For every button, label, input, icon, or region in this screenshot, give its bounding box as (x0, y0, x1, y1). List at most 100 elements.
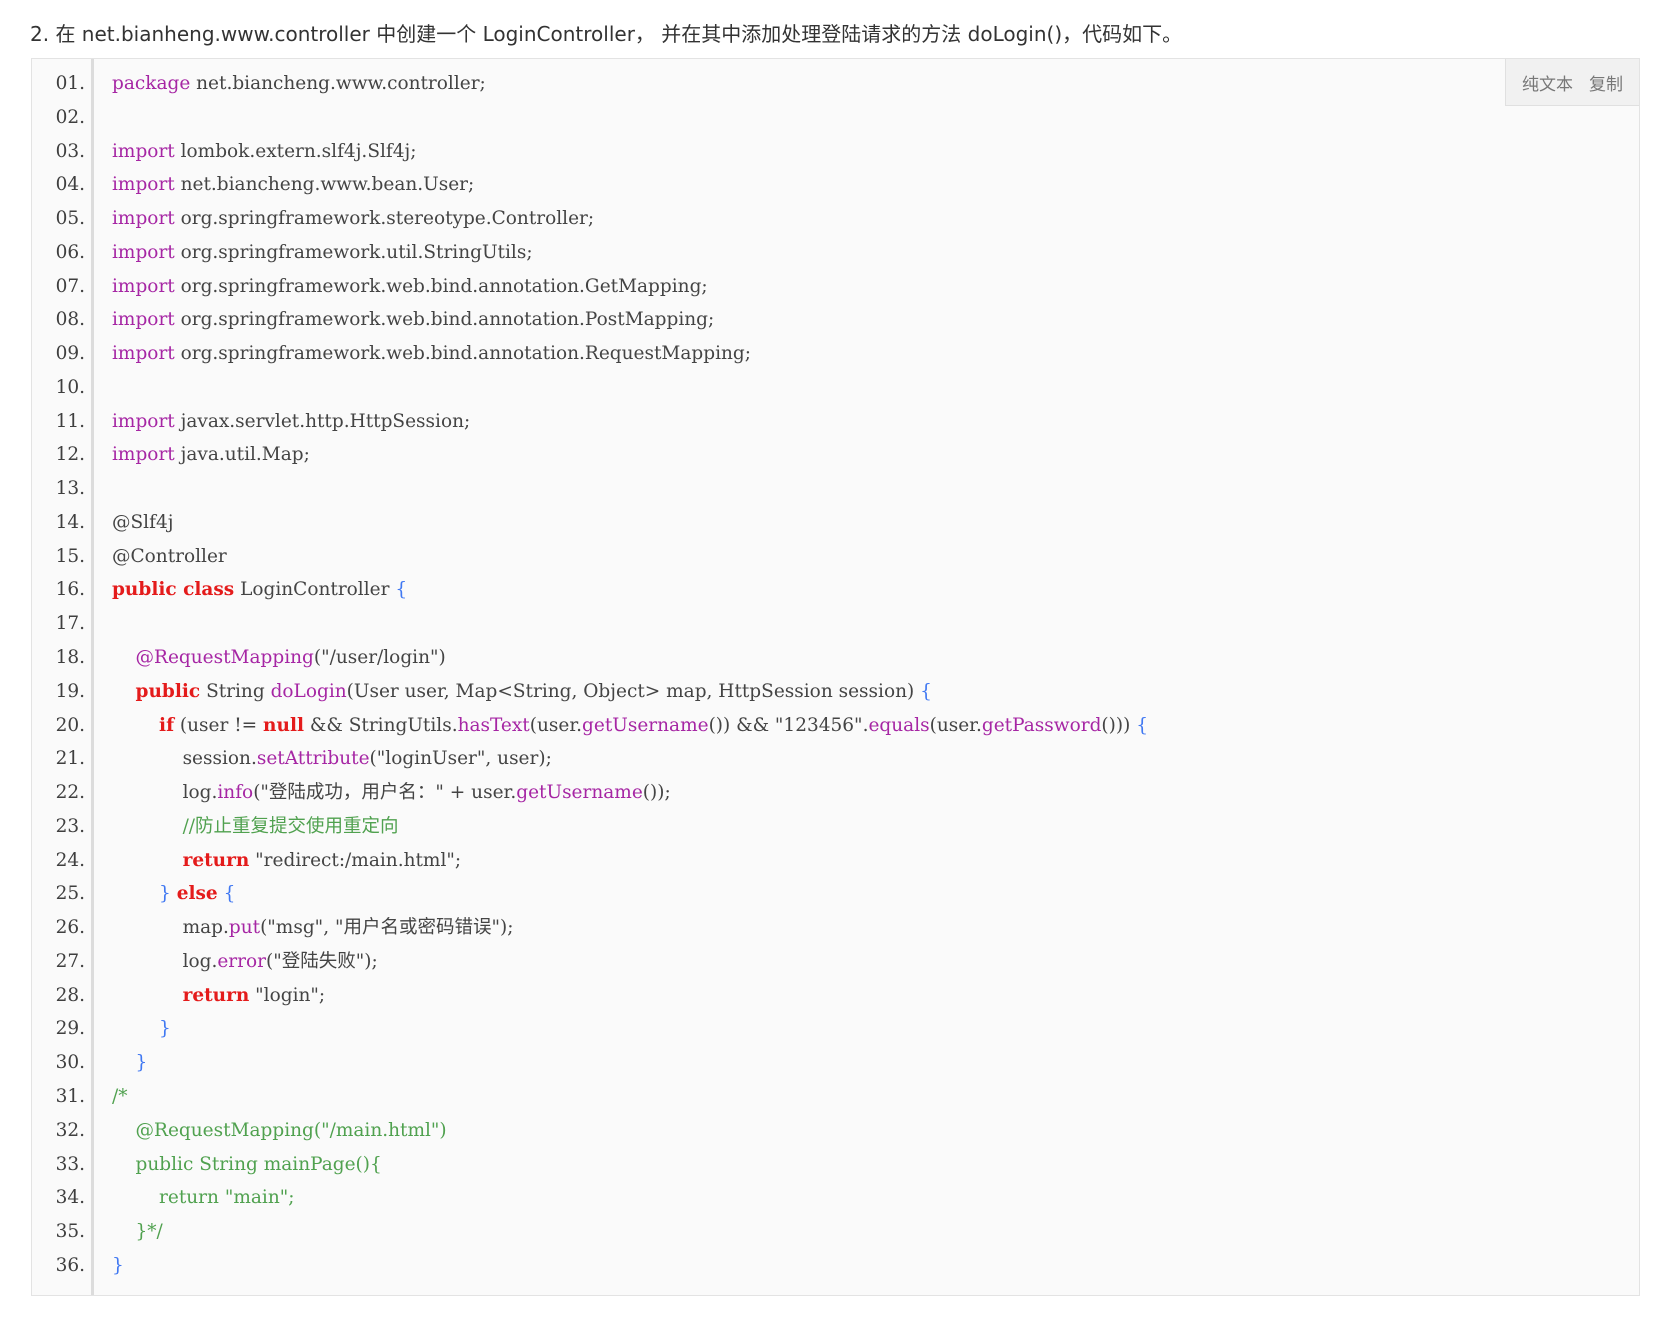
code-line: 24. return "redirect:/main.html"; (32, 844, 1639, 878)
code-text: if (user != null && StringUtils.hasText(… (159, 714, 1148, 736)
code-line: 18. @RequestMapping("/user/login") (32, 641, 1639, 675)
code-line: 05. import org.springframework.stereotype… (32, 202, 1639, 236)
line-number: 35. (55, 1221, 85, 1243)
code-line: 21. session.setAttribute("loginUser", us… (32, 742, 1639, 776)
code-line: 07. import org.springframework.web.bind.a… (32, 270, 1639, 304)
line-number: 27. (55, 950, 85, 972)
code-line: 02. (32, 101, 1639, 135)
line-number: 09. (55, 343, 85, 365)
line-number: 06. (55, 241, 85, 263)
code-line: 30. } (32, 1046, 1639, 1080)
line-number: 08. (55, 309, 85, 331)
code-line: 36.} (32, 1249, 1639, 1283)
code-text: public String mainPage(){ (112, 1153, 382, 1175)
code-line: 29. } (32, 1012, 1639, 1046)
line-number: 15. (55, 545, 85, 567)
line-number: 25. (55, 883, 85, 905)
line-number: 29. (55, 1018, 85, 1040)
code-line: 08. import org.springframework.web.bind.a… (32, 303, 1639, 337)
line-number: 28. (55, 984, 85, 1006)
line-number: 21. (55, 748, 85, 770)
code-text: @Slf4j (112, 511, 174, 533)
code-line: 19. public String doLogin(User user, Map… (32, 675, 1639, 709)
code-line: 09. import org.springframework.web.bind.a… (32, 337, 1639, 371)
code-line: 16. public class LoginController { (32, 573, 1639, 607)
code-line: 23. //防止重复提交使用重定向 (32, 810, 1639, 844)
code-text: return "login"; (182, 984, 326, 1006)
code-block: 纯文本 复制 01. package net.biancheng.www.cont… (31, 58, 1640, 1296)
code-text: import org.springframework.util.StringUt… (112, 241, 533, 263)
line-number: 04. (55, 174, 85, 196)
line-number: 12. (55, 444, 85, 466)
line-number: 19. (55, 680, 85, 702)
code-line: 20. if (user != null && StringUtils.hasT… (32, 709, 1639, 743)
code-line: 17. (32, 607, 1639, 641)
code-line: 06. import org.springframework.util.Strin… (32, 236, 1639, 270)
line-number: 33. (55, 1153, 85, 1175)
code-text: import javax.servlet.http.HttpSession; (112, 410, 471, 432)
line-number: 16. (55, 579, 85, 601)
code-text: public String doLogin(User user, Map<Str… (135, 680, 932, 702)
line-number: 23. (55, 815, 85, 837)
code-line: 04. import net.biancheng.www.bean.User; (32, 168, 1639, 202)
code-text: session.setAttribute("loginUser", user); (112, 748, 552, 770)
code-text: //防止重复提交使用重定向 (182, 815, 399, 837)
code-line: 13. (32, 472, 1639, 506)
line-number: 34. (55, 1187, 85, 1209)
line-number: 26. (55, 917, 85, 939)
code-text: @RequestMapping("/main.html") (112, 1119, 447, 1141)
code-text: import org.springframework.web.bind.anno… (112, 309, 715, 331)
line-number: 01. (55, 73, 85, 94)
code-line: 25. } else { (32, 877, 1639, 911)
line-number: 02. (55, 106, 85, 128)
code-line: 33. public String mainPage(){ (32, 1148, 1639, 1182)
code-text: }*/ (112, 1221, 163, 1243)
line-number: 30. (55, 1052, 85, 1074)
line-number: 05. (55, 208, 85, 230)
code-line: 31. /* (32, 1080, 1639, 1114)
line-number: 17. (55, 613, 85, 635)
code-text: @RequestMapping("/user/login") (135, 647, 446, 669)
line-number: 24. (55, 849, 85, 871)
line-number: 13. (55, 478, 85, 500)
intro-text: 2. 在 net.bianheng.www.controller 中创建一个 L… (30, 22, 1183, 46)
code-text: import net.biancheng.www.bean.User; (112, 174, 475, 196)
line-number: 07. (55, 275, 85, 297)
code-text: package net.biancheng.www.controller; (112, 73, 486, 94)
code-text: } (112, 1254, 124, 1276)
line-number: 14. (55, 511, 85, 533)
code-text: /* (112, 1085, 128, 1107)
code-text: log.info("登陆成功，用户名：" + user.getUsername(… (112, 782, 671, 804)
code-text: import org.springframework.stereotype.Co… (112, 208, 595, 230)
code-line: 28. return "login"; (32, 979, 1639, 1013)
code-text: } else { (159, 883, 236, 905)
code-line: 01. package net.biancheng.www.controller; (32, 67, 1639, 101)
code-text: log.error("登陆失败"); (112, 950, 378, 972)
code-line: 14. @Slf4j (32, 506, 1639, 540)
code-line: 27. log.error("登陆失败"); (32, 945, 1639, 979)
code-line: 03. import lombok.extern.slf4j.Slf4j; (32, 135, 1639, 169)
code-text: import lombok.extern.slf4j.Slf4j; (112, 140, 417, 162)
code-text: @Controller (112, 545, 227, 567)
line-number: 10. (55, 376, 85, 398)
line-number: 32. (55, 1119, 85, 1141)
code-line: 22. log.info("登陆成功，用户名：" + user.getUsern… (32, 776, 1639, 810)
code-text: import org.springframework.web.bind.anno… (112, 275, 708, 297)
code-lines: 01. package net.biancheng.www.controller;… (32, 67, 1639, 1283)
line-number: 20. (55, 714, 85, 736)
code-text: import org.springframework.web.bind.anno… (112, 343, 752, 365)
code-text: } (135, 1052, 148, 1074)
code-text: map.put("msg", "用户名或密码错误"); (112, 917, 514, 939)
code-line: 34. return "main"; (32, 1181, 1639, 1215)
line-number: 36. (55, 1254, 85, 1276)
code-line: 26. map.put("msg", "用户名或密码错误"); (32, 911, 1639, 945)
line-number: 18. (55, 647, 85, 669)
line-number: 22. (55, 782, 85, 804)
line-number: 03. (55, 140, 85, 162)
code-line: 35. }*/ (32, 1215, 1639, 1249)
code-text: return "redirect:/main.html"; (182, 849, 462, 871)
code-line: 12. import java.util.Map; (32, 438, 1639, 472)
code-line: 15. @Controller (32, 540, 1639, 574)
code-text: public class LoginController { (112, 579, 408, 601)
line-number: 31. (55, 1085, 85, 1107)
